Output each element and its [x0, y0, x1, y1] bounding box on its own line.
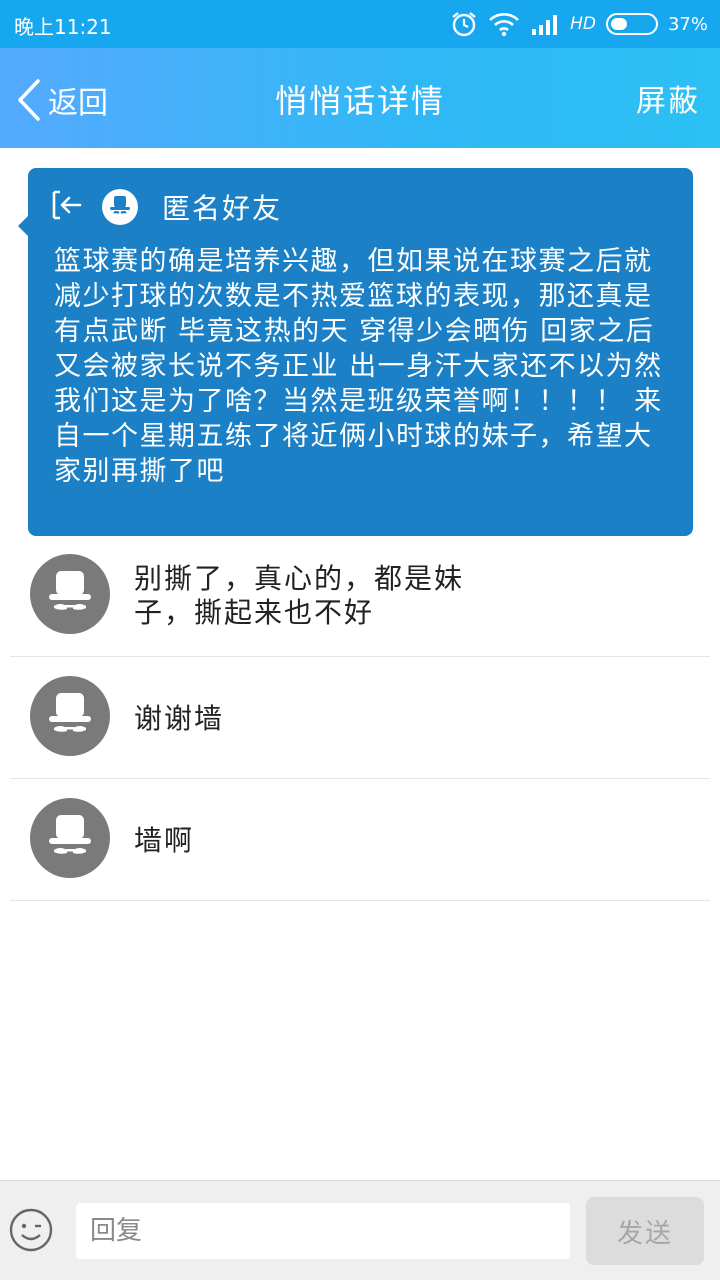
page-title: 悄悄话详情: [274, 82, 445, 120]
title-bar: 返回 悄悄话详情 屏蔽: [0, 48, 720, 148]
wifi-icon: [489, 13, 520, 37]
comment-item[interactable]: 墙啊: [10, 780, 710, 901]
reply-bar: 发送: [0, 1180, 720, 1280]
anonymous-avatar-icon[interactable]: [30, 676, 110, 756]
comment-line: 别撕了，真心的，都是妹: [134, 562, 465, 595]
comment-text: 谢谢墙: [134, 702, 514, 736]
post-header: 匿名好友: [50, 188, 282, 226]
comment-line: 墙啊: [134, 824, 195, 857]
comment-line: 谢谢墙: [134, 702, 225, 735]
comment-text: 别撕了，真心的，都是妹 子，撕起来也不好: [134, 562, 514, 630]
block-button[interactable]: 屏蔽: [636, 76, 700, 120]
signal-icon: [532, 15, 558, 35]
battery-icon: [605, 13, 658, 35]
comment-item[interactable]: 别撕了，真心的，都是妹 子，撕起来也不好: [10, 536, 710, 657]
comment-item[interactable]: 谢谢墙: [10, 658, 710, 779]
exit-icon[interactable]: [50, 188, 84, 226]
post-author: 匿名好友: [162, 192, 283, 225]
status-bar: 晚上11:21 HD 37%: [0, 0, 720, 48]
battery-percent: 37%: [667, 13, 708, 35]
post-content: 篮球赛的确是培养兴趣，但如果说在球赛之后就减少打球的次数是不热爱篮球的表现，那还…: [54, 246, 663, 487]
battery-fill: [610, 18, 627, 30]
network-type: HD: [570, 14, 596, 34]
reply-input[interactable]: [76, 1203, 570, 1259]
anonymous-avatar-icon: [102, 189, 138, 225]
status-time: 晚上11:21: [14, 15, 112, 39]
anonymous-avatar-icon[interactable]: [30, 554, 110, 634]
comment-text: 墙啊: [134, 824, 514, 858]
post-card: 匿名好友 篮球赛的确是培养兴趣，但如果说在球赛之后就减少打球的次数是不热爱篮球的…: [18, 168, 693, 536]
status-icons: HD 37%: [450, 9, 708, 39]
alarm-icon: [452, 12, 476, 37]
anonymous-avatar-icon[interactable]: [30, 798, 110, 878]
emoji-icon[interactable]: [8, 1207, 54, 1253]
comment-line: 子，撕起来也不好: [134, 596, 375, 629]
send-button[interactable]: 发送: [586, 1197, 704, 1265]
